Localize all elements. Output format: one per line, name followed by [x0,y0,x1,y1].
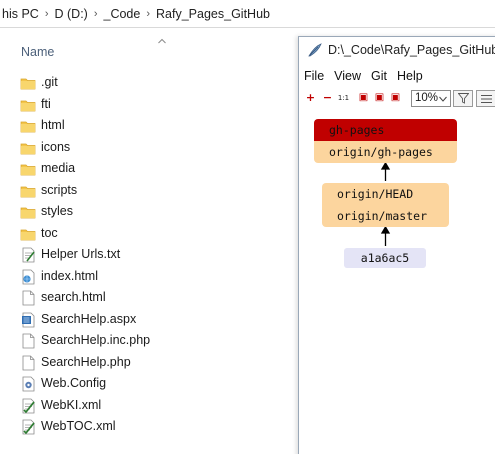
folder-icon [20,143,36,154]
toolbar: + − 1:1 ▣ ▣ ▣ ▣ 10% [299,87,495,109]
menu-help[interactable]: Help [392,69,428,83]
file-row[interactable]: scripts [0,180,298,202]
file-name: media [41,161,76,175]
breadcrumb-repo[interactable]: Rafy_Pages_GitHub [154,7,272,21]
file-name: fti [41,96,51,111]
file-row[interactable]: index.html [0,266,298,288]
file-name: WebTOC.xml [41,419,116,433]
folder-icon [20,186,36,197]
menu-view[interactable]: View [329,69,366,83]
fit-width-button[interactable]: ▣ [357,91,370,104]
blank-file-icon [22,333,35,349]
list-icon [481,95,492,103]
file-name: WebKI.xml [41,397,102,412]
config-file-icon [22,376,35,392]
menu-bar: File View Git Help [299,67,495,85]
xml-file-icon [22,398,35,413]
file-name: index.html [41,268,98,283]
local-branch-label[interactable]: gh-pages [314,119,457,141]
breadcrumb-this-pc[interactable]: his PC [0,7,41,21]
file-row[interactable]: html [0,115,298,137]
file-row[interactable]: WebKI.xml [0,395,298,417]
folder-icon [20,164,36,176]
zoom-value: 10% [415,92,439,104]
sort-ascending-icon [158,38,166,44]
file-name: .git [41,75,58,89]
file-row[interactable]: SearchHelp.inc.php [0,330,298,352]
file-name: toc [41,225,58,240]
text-file-icon [22,247,35,263]
aspx-file-icon [22,312,35,327]
file-row[interactable]: toc [0,223,298,245]
file-name: search.html [41,290,106,304]
folder-icon [20,78,36,90]
file-name: icons [41,139,71,154]
edge-to-origin-head [380,225,391,246]
zoom-reset-button[interactable]: 1:1 [337,91,350,104]
file-row[interactable]: WebTOC.xml [0,416,298,438]
file-name: html [41,118,65,132]
address-bar[interactable]: his PC › D (D:) › _Code › Rafy_Pages_Git… [0,0,495,28]
folder-icon [20,229,36,240]
column-name-label[interactable]: Name [21,45,54,59]
breadcrumb-separator-icon: › [44,7,49,20]
file-name: SearchHelp.inc.php [41,333,151,347]
file-row[interactable]: media [0,158,298,180]
gitk-window: D:\_Code\Rafy_Pages_GitHub - File View G… [298,36,495,454]
blank-file-icon [22,355,35,370]
xml-file-icon [22,419,35,435]
zoom-in-button[interactable]: + [304,91,317,104]
zoom-combo[interactable]: 10% [411,90,451,107]
folder-icon [20,207,36,219]
feather-app-icon [308,43,322,57]
file-name: styles [41,204,73,218]
menu-file[interactable]: File [299,69,329,83]
file-name: scripts [41,182,78,197]
file-row[interactable]: search.html [0,287,298,309]
breadcrumb-separator-icon: › [93,7,98,20]
more-button[interactable] [476,90,495,107]
blank-file-icon [22,290,35,306]
edge-to-origin-ghpages [380,161,391,181]
chevron-down-icon [439,96,447,102]
remote-master-label[interactable]: origin/master [322,205,449,227]
file-name: Helper Urls.txt [41,247,121,261]
file-row[interactable]: icons [0,137,298,159]
breadcrumb-code[interactable]: _Code [102,7,143,21]
filter-button[interactable] [453,90,473,107]
breadcrumb-separator-icon: › [146,7,151,20]
remote-branch-label[interactable]: origin/gh-pages [314,141,457,163]
folder-icon [20,121,36,133]
remote-head-label[interactable]: origin/HEAD [322,183,449,205]
file-name: SearchHelp.aspx [41,311,137,326]
menu-git[interactable]: Git [366,69,392,83]
file-name: SearchHelp.php [41,354,131,369]
file-row[interactable]: SearchHelp.php [0,352,298,374]
file-row[interactable]: fti [0,94,298,116]
html-file-icon [22,269,35,284]
file-row[interactable]: .git [0,72,298,94]
file-row[interactable]: SearchHelp.aspx [0,309,298,331]
commit-sha-label[interactable]: a1a6ac5 [344,248,426,268]
zoom-out-button[interactable]: − [321,91,334,104]
file-row[interactable]: Helper Urls.txt [0,244,298,266]
column-header[interactable]: Name [0,32,300,70]
folder-icon [20,100,36,111]
gitk-title-bar[interactable]: D:\_Code\Rafy_Pages_GitHub - [299,37,495,63]
commit-graph-pane[interactable]: gh-pages origin/gh-pages origin/HEAD ori… [299,111,495,454]
fit-height-button[interactable]: ▣ [373,91,386,104]
file-name: Web.Config [41,376,107,390]
gitk-window-title: D:\_Code\Rafy_Pages_GitHub - [328,43,495,57]
file-row[interactable]: styles [0,201,298,223]
breadcrumb-drive[interactable]: D (D:) [53,7,90,21]
funnel-icon [458,93,469,104]
fit-page-button[interactable]: ▣ [389,91,402,104]
file-row[interactable]: Web.Config [0,373,298,395]
